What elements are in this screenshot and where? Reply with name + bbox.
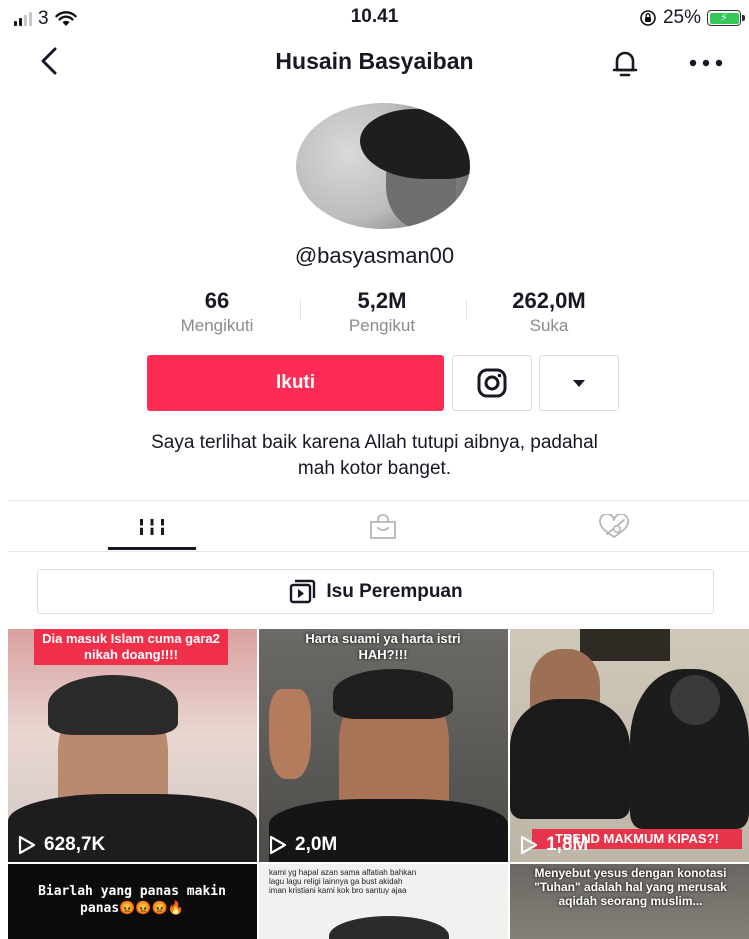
status-time: 10.41 [350, 6, 399, 27]
playlist-button[interactable]: Isu Perempuan [37, 569, 714, 614]
playlist-icon [290, 579, 316, 603]
view-count: 1,8M [546, 834, 589, 855]
video-caption: Dia masuk Islam cuma gara2 nikah doang!!… [34, 629, 228, 665]
play-icon [520, 835, 538, 855]
liked-hidden-icon [599, 514, 629, 538]
shop-bag-icon [370, 514, 396, 539]
video-thumbnail[interactable]: kami yg hapal azan sama alfatiah bahkan … [259, 864, 508, 939]
video-thumbnail[interactable]: TREND MAKMUM KIPAS?! 1,8M [510, 629, 749, 862]
instagram-button[interactable] [452, 355, 532, 411]
following-count: 66 [204, 288, 230, 313]
followers-label: Pengikut [348, 316, 416, 335]
playlist-label: Isu Perempuan [326, 580, 463, 602]
video-thumbnail[interactable]: Harta suami ya harta istri HAH?!!! 2,0M [259, 629, 508, 862]
video-grid: Dia masuk Islam cuma gara2 nikah doang!!… [8, 629, 749, 939]
follow-button[interactable]: Ikuti [147, 355, 444, 411]
video-thumbnail[interactable]: Menyebut yesus dengan konotasi "Tuhan" a… [510, 864, 749, 939]
video-subject-shirt [510, 699, 630, 819]
following-label: Mengikuti [180, 316, 254, 335]
likes-label: Suka [529, 316, 569, 335]
top-nav: Husain Basyaiban [0, 40, 749, 84]
instagram-icon [477, 368, 507, 398]
tab-liked[interactable] [564, 504, 664, 550]
status-right: 25% ⚡ [639, 7, 745, 29]
video-caption: Harta suami ya harta istri HAH?!!! [305, 631, 461, 662]
videos-grid-icon [138, 519, 166, 535]
play-icon [269, 835, 287, 855]
video-views: 2,0M [269, 834, 337, 856]
bio-line-1: Saya terlihat baik karena Allah tutupi a… [151, 432, 598, 453]
bio: Saya terlihat baik karena Allah tutupi a… [40, 430, 709, 482]
stat-likes: 262,0M Suka [487, 288, 611, 336]
video-caption: kami yg hapal azan sama alfatiah bahkan … [269, 868, 417, 895]
video-figure-face [670, 675, 720, 725]
bell-icon[interactable] [608, 46, 642, 80]
video-subject-hair [48, 675, 178, 735]
video-subject-hair [329, 916, 449, 939]
orientation-lock-icon [640, 10, 656, 26]
bio-line-2: mah kotor banget. [297, 458, 452, 479]
video-wall-frame [580, 629, 670, 661]
video-thumbnail[interactable]: Dia masuk Islam cuma gara2 nikah doang!!… [8, 629, 257, 862]
divider [8, 551, 749, 552]
view-count: 2,0M [295, 834, 338, 855]
stat-following[interactable]: 66 Mengikuti [160, 288, 274, 336]
followers-count: 5,2M [357, 288, 407, 313]
battery-percent: 25% [662, 7, 701, 28]
video-views: 628,7K [18, 834, 105, 856]
video-subject-hand [269, 689, 311, 779]
video-subject-hair [333, 669, 453, 719]
tab-videos[interactable] [102, 504, 202, 550]
profile-stats: 66 Mengikuti 5,2M Pengikut 262,0M Suka [0, 288, 749, 336]
caret-down-icon [573, 380, 585, 387]
view-count: 628,7K [44, 834, 106, 855]
status-bar: 3 10.41 25% ⚡ [0, 0, 749, 34]
divider [8, 500, 749, 501]
more-icon[interactable] [688, 58, 724, 68]
video-thumbnail[interactable]: Biarlah yang panas makin panas😡😡😡🔥 [8, 864, 257, 939]
username: @basyasman00 [294, 243, 455, 268]
tab-shop[interactable] [333, 504, 433, 550]
play-icon [18, 835, 36, 855]
suggest-dropdown-button[interactable] [539, 355, 619, 411]
video-caption: Biarlah yang panas makin panas😡😡😡🔥 [38, 884, 226, 916]
likes-count: 262,0M [512, 288, 586, 313]
avatar-hair [360, 109, 470, 179]
battery-icon: ⚡ [707, 10, 745, 26]
tab-active-indicator [108, 547, 196, 550]
stat-divider [466, 300, 467, 320]
avatar[interactable] [296, 103, 470, 229]
video-caption: Menyebut yesus dengan konotasi "Tuhan" a… [534, 866, 727, 908]
stat-followers[interactable]: 5,2M Pengikut [322, 288, 442, 336]
video-views: 1,8M [520, 834, 588, 856]
stat-divider [300, 300, 301, 320]
